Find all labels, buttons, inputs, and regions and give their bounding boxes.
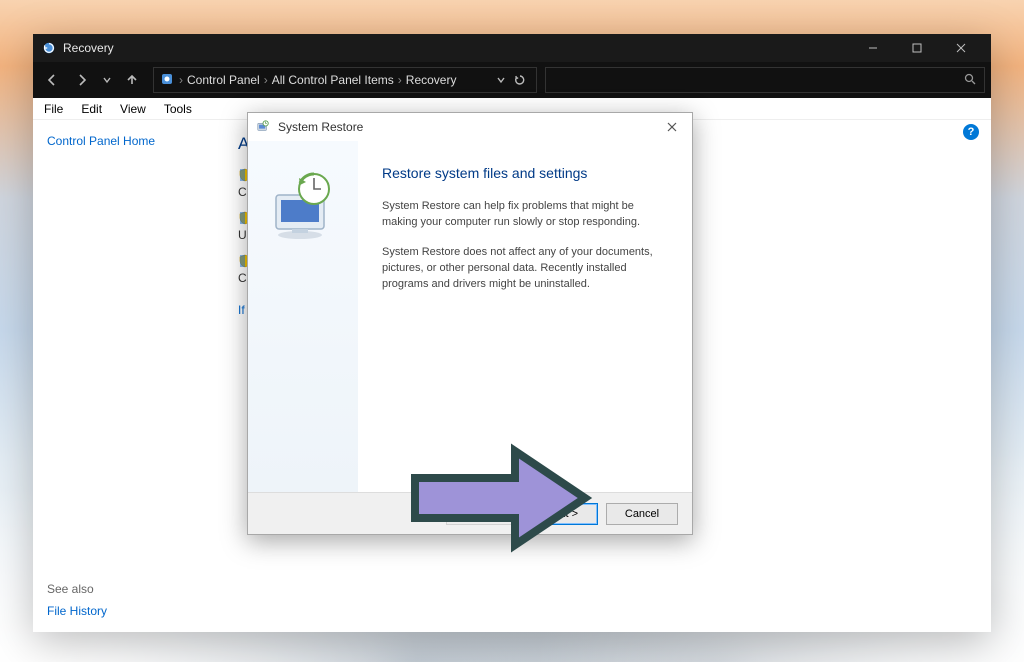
up-button[interactable]: [119, 67, 145, 93]
dialog-close-button[interactable]: [660, 115, 684, 139]
dialog-sidebar: [248, 141, 358, 492]
titlebar[interactable]: Recovery: [33, 34, 991, 62]
breadcrumb[interactable]: › Control Panel › All Control Panel Item…: [153, 67, 537, 93]
refresh-button[interactable]: [510, 67, 530, 93]
see-also-header: See also: [47, 582, 107, 596]
close-button[interactable]: [939, 34, 983, 62]
menu-tools[interactable]: Tools: [157, 100, 199, 118]
navbar: › Control Panel › All Control Panel Item…: [33, 62, 991, 98]
recovery-icon: [41, 40, 57, 56]
menu-edit[interactable]: Edit: [74, 100, 109, 118]
see-also: See also File History: [47, 582, 107, 618]
next-wizard-button[interactable]: Next >: [526, 503, 598, 525]
minimize-button[interactable]: [851, 34, 895, 62]
forward-button[interactable]: [69, 67, 95, 93]
recent-locations-button[interactable]: [99, 67, 115, 93]
back-wizard-button: < Back: [446, 503, 518, 525]
dialog-body: Restore system files and settings System…: [248, 141, 692, 492]
menu-view[interactable]: View: [113, 100, 153, 118]
dialog-title: System Restore: [278, 120, 363, 134]
dialog-footer: < Back Next > Cancel: [248, 492, 692, 534]
history-dropdown-button[interactable]: [492, 67, 510, 93]
chevron-right-icon: ›: [398, 73, 402, 87]
back-button[interactable]: [39, 67, 65, 93]
system-restore-large-icon: [264, 165, 342, 243]
left-pane: Control Panel Home See also File History: [33, 120, 218, 632]
system-restore-dialog: System Restore Restore system files and …: [247, 112, 693, 535]
chevron-right-icon: ›: [264, 73, 268, 87]
chevron-right-icon: ›: [179, 73, 183, 87]
breadcrumb-seg-1[interactable]: Control Panel: [187, 73, 260, 87]
window-title: Recovery: [63, 41, 114, 55]
control-panel-icon: [160, 72, 174, 89]
dialog-titlebar[interactable]: System Restore: [248, 113, 692, 141]
file-history-link[interactable]: File History: [47, 604, 107, 618]
control-panel-home-link[interactable]: Control Panel Home: [47, 134, 204, 148]
dialog-heading: Restore system files and settings: [382, 165, 668, 181]
breadcrumb-seg-3[interactable]: Recovery: [406, 73, 457, 87]
search-icon: [964, 73, 976, 88]
dialog-main: Restore system files and settings System…: [358, 141, 692, 492]
dialog-paragraph-2: System Restore does not affect any of yo…: [382, 245, 668, 293]
cancel-wizard-button[interactable]: Cancel: [606, 503, 678, 525]
system-restore-icon: [256, 119, 272, 135]
dialog-paragraph-1: System Restore can help fix problems tha…: [382, 199, 668, 231]
menu-file[interactable]: File: [37, 100, 70, 118]
breadcrumb-seg-2[interactable]: All Control Panel Items: [272, 73, 394, 87]
search-input[interactable]: [545, 67, 985, 93]
maximize-button[interactable]: [895, 34, 939, 62]
